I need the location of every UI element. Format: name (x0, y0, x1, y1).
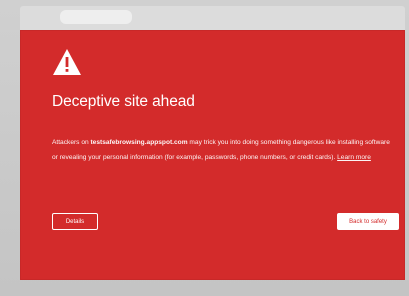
learn-more-link[interactable]: Learn more (337, 154, 371, 161)
back-to-safety-button[interactable]: Back to safety (337, 213, 399, 230)
details-button[interactable]: Details (52, 213, 98, 230)
warning-heading: Deceptive site ahead (52, 93, 195, 110)
site-name: testsafebrowsing.appspot.com (90, 139, 188, 146)
screenshot-frame: Deceptive site ahead Attackers on testsa… (0, 0, 409, 296)
warning-triangle-icon (53, 49, 81, 75)
browser-tab[interactable] (60, 10, 132, 24)
body-prefix: Attackers on (52, 139, 91, 146)
warning-body: Attackers on testsafebrowsing.appspot.co… (52, 136, 397, 165)
